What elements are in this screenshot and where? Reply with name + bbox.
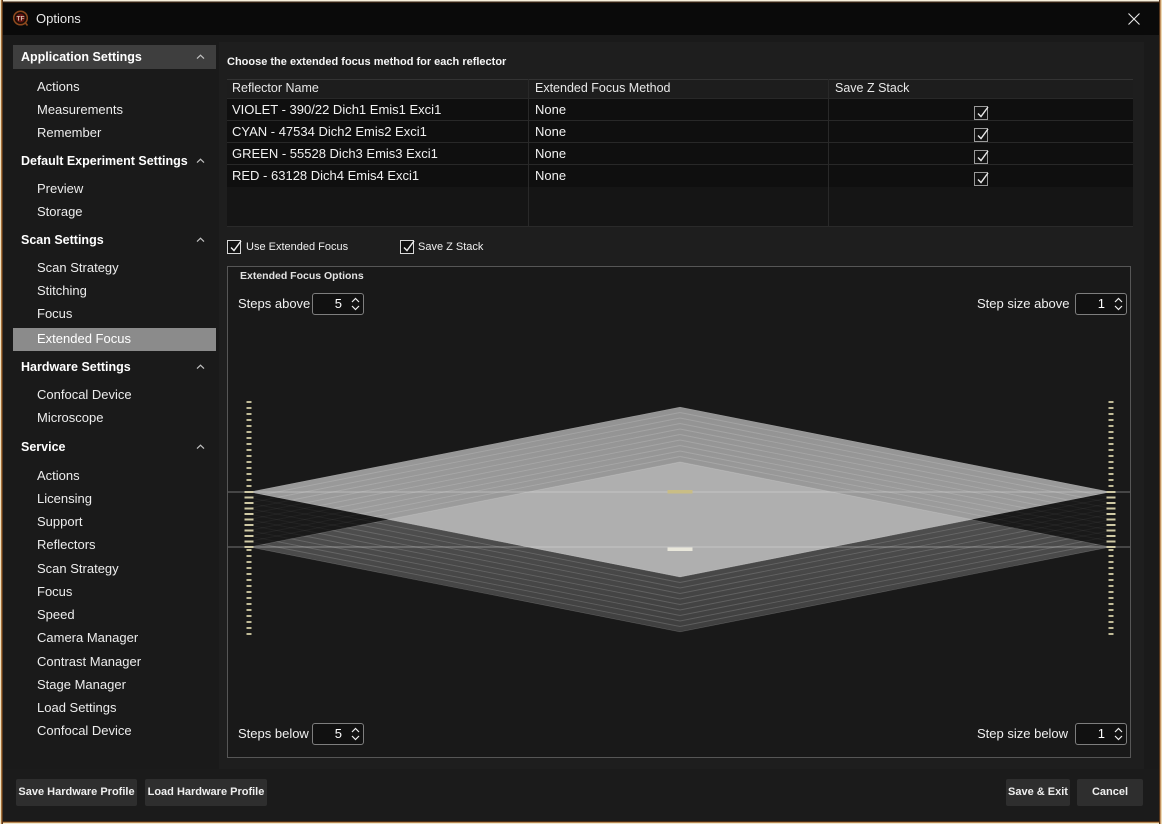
svg-text:TF: TF	[17, 15, 25, 22]
